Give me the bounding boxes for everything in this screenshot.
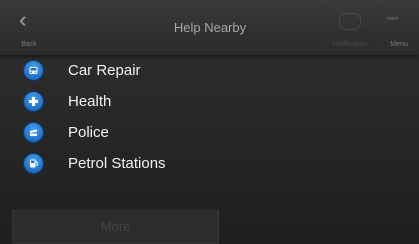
more-label: More — [100, 219, 131, 234]
police-icon — [24, 123, 43, 142]
notification-button[interactable]: Notification — [322, 6, 378, 50]
menu-label: Menu — [390, 41, 408, 48]
help-nearby-screen: ‹‹ Back Help Nearby Notification ▫▫▫▫ Me… — [0, 0, 419, 244]
header-bar: ‹‹ Back Help Nearby Notification ▫▫▫▫ Me… — [0, 0, 419, 55]
list-item-petrol-stations[interactable]: Petrol Stations — [0, 148, 419, 179]
speech-bubble-icon — [339, 13, 361, 30]
back-button[interactable]: ‹‹ Back — [14, 6, 44, 50]
item-label: Health — [68, 93, 112, 110]
more-button[interactable]: More — [12, 210, 219, 244]
list-item-car-repair[interactable]: Car Repair — [0, 55, 419, 86]
notification-label: Notification — [332, 41, 368, 48]
item-label: Police — [68, 124, 109, 141]
car-repair-icon — [24, 61, 43, 80]
list-item-police[interactable]: Police — [0, 117, 419, 148]
back-label: Back — [21, 41, 37, 48]
item-label: Car Repair — [68, 62, 141, 79]
help-category-list: Car Repair Health Police Petrol Stations — [0, 55, 419, 179]
item-label: Petrol Stations — [68, 155, 166, 172]
menu-grid-icon: ▫▫▫▫ — [387, 14, 399, 23]
list-item-health[interactable]: Health — [0, 86, 419, 117]
menu-button[interactable]: ▫▫▫▫ Menu — [381, 6, 417, 50]
health-cross-icon — [24, 92, 43, 111]
fuel-pump-icon — [24, 154, 43, 173]
back-chevron-icon: ‹‹ — [19, 7, 24, 32]
page-title: Help Nearby — [173, 20, 247, 35]
